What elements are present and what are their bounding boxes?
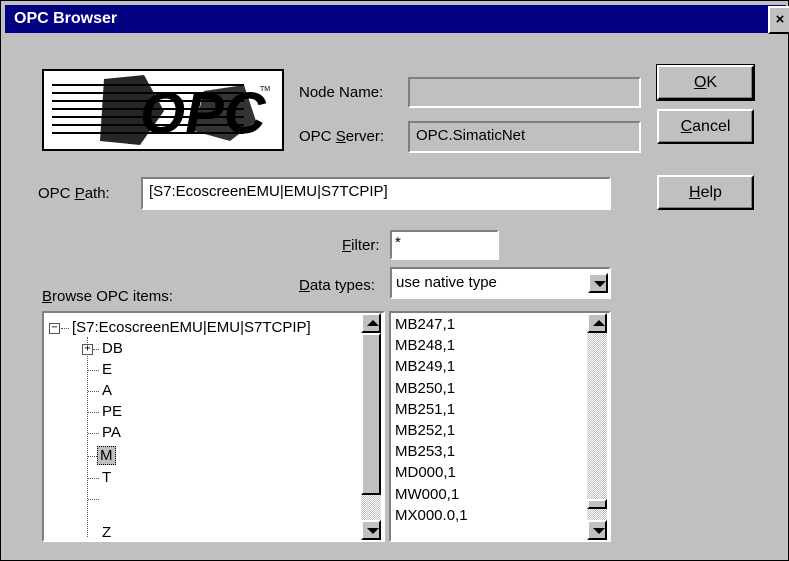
tree-item-pe[interactable]: PE xyxy=(102,403,122,420)
tree-item-a[interactable]: A xyxy=(102,382,112,399)
list-item[interactable]: MD000,1 xyxy=(395,464,456,481)
data-types-value: use native type xyxy=(396,274,497,291)
tree-item-t[interactable]: T xyxy=(102,469,111,486)
scroll-down-arrow-icon[interactable] xyxy=(587,520,607,540)
dropdown-arrow-icon[interactable] xyxy=(588,273,608,293)
filter-label: Filter: xyxy=(342,237,380,254)
scroll-up-arrow-icon[interactable] xyxy=(361,313,381,333)
opc-browser-dialog: OPC Browser × OPC TM Node Name: OPC Serv… xyxy=(0,0,789,561)
cancel-button[interactable]: Cancel xyxy=(657,109,754,144)
logo-tm: TM xyxy=(260,86,270,93)
collapse-icon[interactable]: − xyxy=(49,323,60,334)
tree-scroll-thumb[interactable] xyxy=(361,333,381,495)
list-item[interactable]: MB251,1 xyxy=(395,401,455,418)
close-button[interactable]: × xyxy=(768,6,789,34)
scroll-up-arrow-icon[interactable] xyxy=(587,313,607,333)
browse-label: Browse OPC items: xyxy=(42,288,173,305)
opc-tree-view[interactable]: − [S7:EcoscreenEMU|EMU|S7TCPIP] + DB E A… xyxy=(42,311,385,542)
list-item[interactable]: MW000,1 xyxy=(395,486,459,503)
tree-item-m[interactable]: M xyxy=(97,446,116,465)
opc-items-list[interactable]: MB247,1 MB248,1 MB249,1 MB250,1 MB251,1 MB252… xyxy=(389,311,611,542)
list-item[interactable]: MB253,1 xyxy=(395,443,455,460)
node-name-field[interactable] xyxy=(408,77,641,108)
expand-icon[interactable]: + xyxy=(82,344,93,355)
opc-logo-graphic: OPC TM xyxy=(52,75,270,146)
node-name-label: Node Name: xyxy=(299,84,384,101)
list-item[interactable]: MB248,1 xyxy=(395,337,455,354)
opc-path-input[interactable]: [S7:EcoscreenEMU|EMU|S7TCPIP] xyxy=(141,177,611,210)
title-bar: OPC Browser × xyxy=(5,5,789,34)
opc-logo: OPC TM xyxy=(42,69,284,151)
data-types-select[interactable]: use native type xyxy=(390,267,611,299)
list-item[interactable]: MB252,1 xyxy=(395,422,455,439)
filter-value: * xyxy=(395,234,401,251)
tree-item-z[interactable]: Z xyxy=(102,524,111,540)
list-item[interactable]: MX000.0,1 xyxy=(395,507,468,524)
ok-button[interactable]: OK xyxy=(656,64,755,101)
list-item[interactable]: MB249,1 xyxy=(395,358,455,375)
filter-input[interactable]: * xyxy=(390,230,499,260)
items-scroll-thumb[interactable] xyxy=(587,499,607,509)
data-types-label: Data types: xyxy=(299,277,375,294)
logo-text: OPC xyxy=(140,81,267,146)
window-title: OPC Browser xyxy=(14,10,118,27)
opc-server-label: OPC Server: xyxy=(299,128,385,145)
scroll-down-arrow-icon[interactable] xyxy=(361,520,381,540)
opc-path-label: OPC Path: xyxy=(38,185,110,202)
help-button[interactable]: Help xyxy=(657,175,754,210)
tree-root[interactable]: [S7:EcoscreenEMU|EMU|S7TCPIP] xyxy=(72,319,311,336)
tree-item-pa[interactable]: PA xyxy=(102,424,121,441)
opc-server-value: OPC.SimaticNet xyxy=(416,127,526,144)
tree-item-db[interactable]: DB xyxy=(102,340,123,357)
list-item[interactable]: MB250,1 xyxy=(395,380,455,397)
list-item[interactable]: MB247,1 xyxy=(395,316,455,333)
tree-item-e[interactable]: E xyxy=(102,361,112,378)
opc-server-field[interactable]: OPC.SimaticNet xyxy=(408,121,641,153)
opc-path-value: [S7:EcoscreenEMU|EMU|S7TCPIP] xyxy=(149,183,388,200)
